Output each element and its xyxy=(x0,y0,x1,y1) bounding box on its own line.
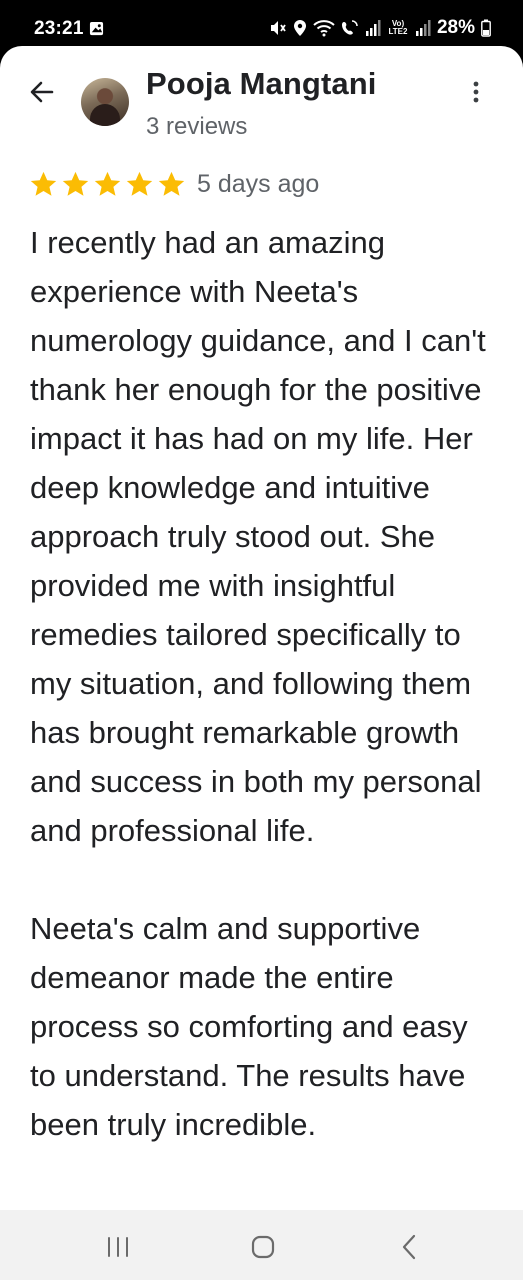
review-sheet: Pooja Mangtani 3 reviews 5 days ago I re… xyxy=(0,46,523,1210)
gallery-notification-icon xyxy=(89,21,104,36)
wifi-calling-icon xyxy=(341,20,358,35)
location-icon xyxy=(293,20,306,36)
star-icon xyxy=(126,171,153,196)
more-vert-icon[interactable] xyxy=(468,80,484,104)
review-count: 3 reviews xyxy=(146,113,248,140)
avatar[interactable] xyxy=(81,78,129,126)
reviewer-name[interactable]: Pooja Mangtani xyxy=(146,66,376,102)
star-rating xyxy=(29,170,186,199)
mute-icon xyxy=(270,21,286,35)
status-time: 23:21 xyxy=(34,18,84,39)
review-paragraph-2: Neeta's calm and supportive demeanor mad… xyxy=(30,911,468,1142)
chevron-left-icon[interactable] xyxy=(401,1234,417,1260)
battery-icon xyxy=(481,19,491,37)
review-paragraph-1: I recently had an amazing experience wit… xyxy=(30,225,486,848)
review-date: 5 days ago xyxy=(197,170,320,198)
status-icons: Vo) LTE2 28% xyxy=(269,17,491,39)
recent-apps-icon[interactable] xyxy=(106,1236,130,1258)
lte-label: Vo) LTE2 xyxy=(388,19,408,36)
wifi-icon xyxy=(313,20,335,37)
arrow-left-icon[interactable] xyxy=(28,78,56,106)
star-icon xyxy=(30,171,57,196)
battery-percent: 28% xyxy=(436,17,475,38)
system-nav-bar xyxy=(0,1210,523,1280)
signal-icon-2 xyxy=(415,20,431,36)
home-icon[interactable] xyxy=(251,1235,275,1259)
signal-icon-1 xyxy=(365,20,381,36)
star-icon xyxy=(158,171,185,196)
star-icon xyxy=(94,171,121,196)
star-icon xyxy=(62,171,89,196)
review-text: I recently had an amazing experience wit… xyxy=(30,218,502,1149)
